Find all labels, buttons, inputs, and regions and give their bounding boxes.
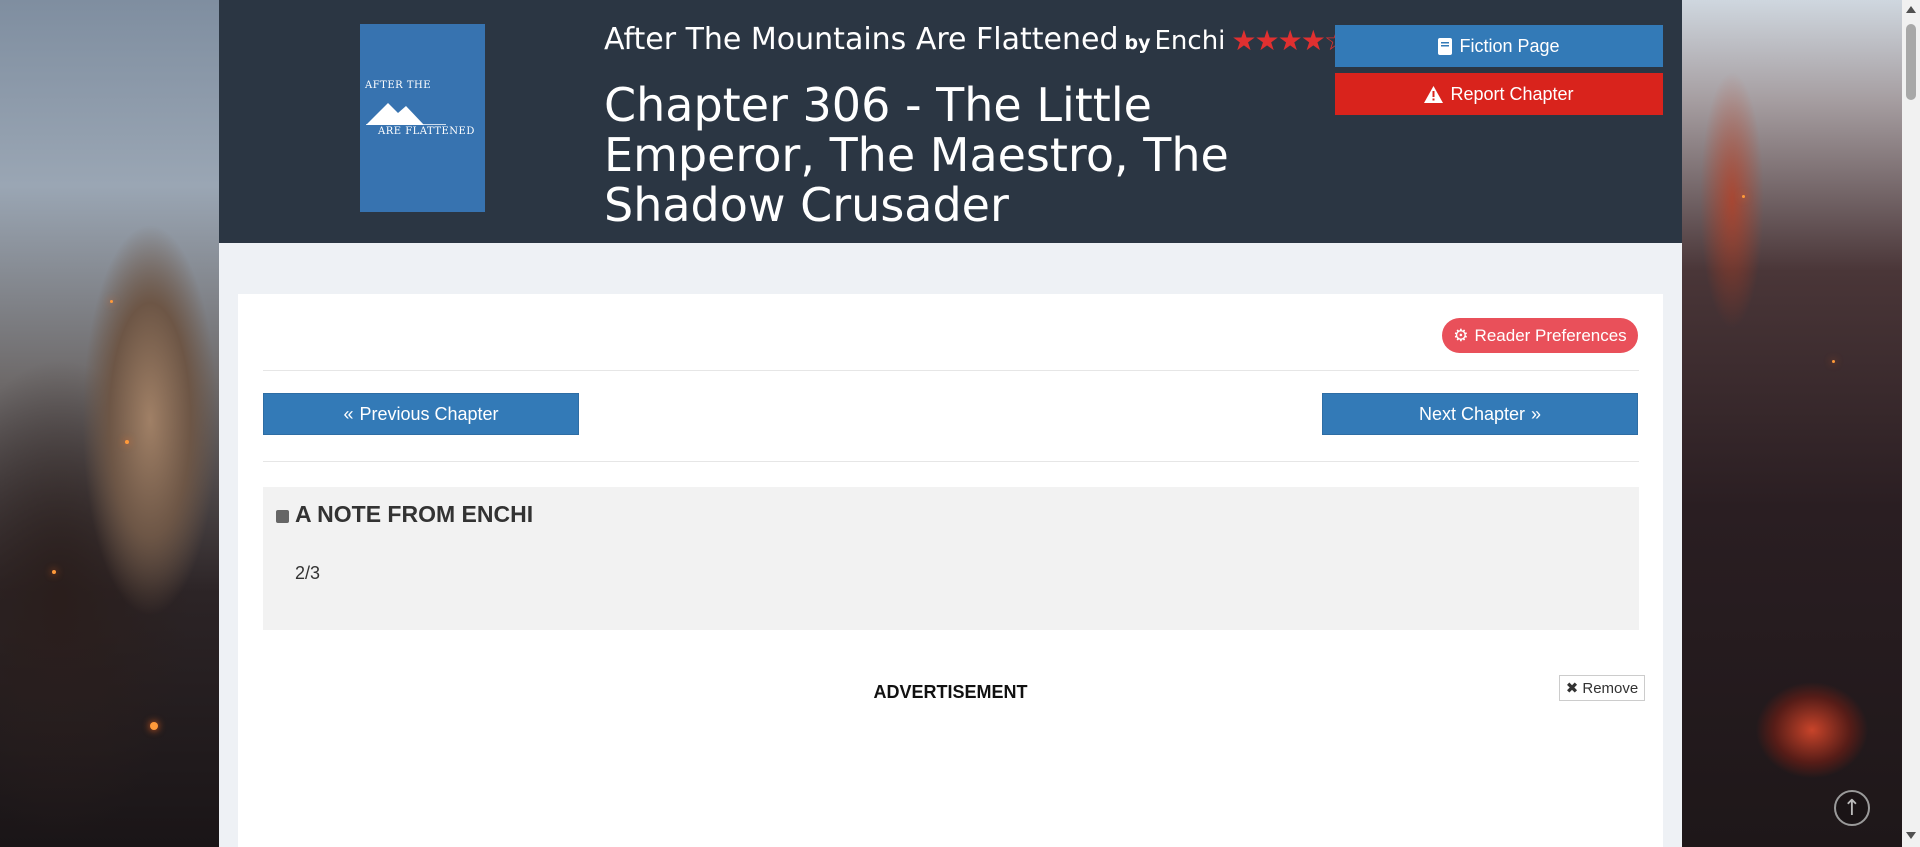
main-column: AFTER THE ARE FLATTENED After The Mounta… [219,0,1682,847]
background-scenery-right [1682,0,1920,847]
note-icon [276,510,289,523]
divider [263,461,1639,462]
reader-preferences-label: Reader Preferences [1474,325,1627,345]
book-icon [1438,37,1453,55]
report-chapter-button[interactable]: Report Chapter [1335,73,1663,115]
previous-chapter-label: Previous Chapter [359,403,499,424]
fiction-title-link[interactable]: After The Mountains Are Flattened [604,22,1119,57]
gear-icon: ⚙ [1453,325,1469,345]
rating-stars: ★★★★☆ [1231,24,1349,57]
cover-text-top: AFTER THE [365,80,432,91]
previous-chapter-button[interactable]: « Previous Chapter [263,393,579,435]
advertisement-label: ADVERTISEMENT [873,682,1028,702]
fiction-page-label: Fiction Page [1459,35,1560,56]
author-link[interactable]: Enchi [1155,26,1226,56]
chapter-content-panel: ⚙ Reader Preferences « Previous Chapter … [238,294,1663,847]
chapter-header: AFTER THE ARE FLATTENED After The Mounta… [219,0,1682,243]
scroll-down-arrow-icon[interactable] [1906,832,1916,839]
remove-ad-button[interactable]: ✖ Remove [1559,675,1645,701]
background-scenery-left [0,0,219,847]
divider [263,370,1639,371]
remove-ad-label: Remove [1582,679,1639,697]
fiction-cover[interactable]: AFTER THE ARE FLATTENED [360,24,485,212]
scrollbar-thumb[interactable] [1906,24,1916,100]
fiction-page-button[interactable]: Fiction Page [1335,25,1663,67]
warning-icon [1424,85,1444,103]
author-note: A NOTE FROM ENCHI 2/3 [263,487,1639,630]
close-icon: ✖ [1565,680,1579,697]
double-chevron-left-icon: « [343,403,354,424]
scroll-up-arrow-icon[interactable] [1906,6,1916,13]
by-label: by [1124,32,1151,54]
author-note-title-text: A NOTE FROM ENCHI [295,501,534,527]
next-chapter-button[interactable]: Next Chapter » [1322,393,1638,435]
page-scrollbar[interactable] [1902,0,1920,847]
next-chapter-label: Next Chapter [1418,403,1526,424]
cover-text-bottom: ARE FLATTENED [378,126,475,137]
arrow-up-icon: ↑ [1842,795,1862,821]
chapter-title: Chapter 306 - The Little Emperor, The Ma… [604,78,1229,232]
scroll-to-top-button[interactable]: ↑ [1834,790,1870,826]
reader-preferences-button[interactable]: ⚙ Reader Preferences [1442,318,1638,353]
author-note-title: A NOTE FROM ENCHI [276,501,533,528]
author-note-body: 2/3 [295,563,321,583]
cover-mountain-icon [366,103,446,125]
fiction-title-line: After The Mountains Are Flattened by Enchi… [604,22,1349,57]
double-chevron-right-icon: » [1531,403,1542,424]
report-chapter-label: Report Chapter [1450,83,1574,104]
